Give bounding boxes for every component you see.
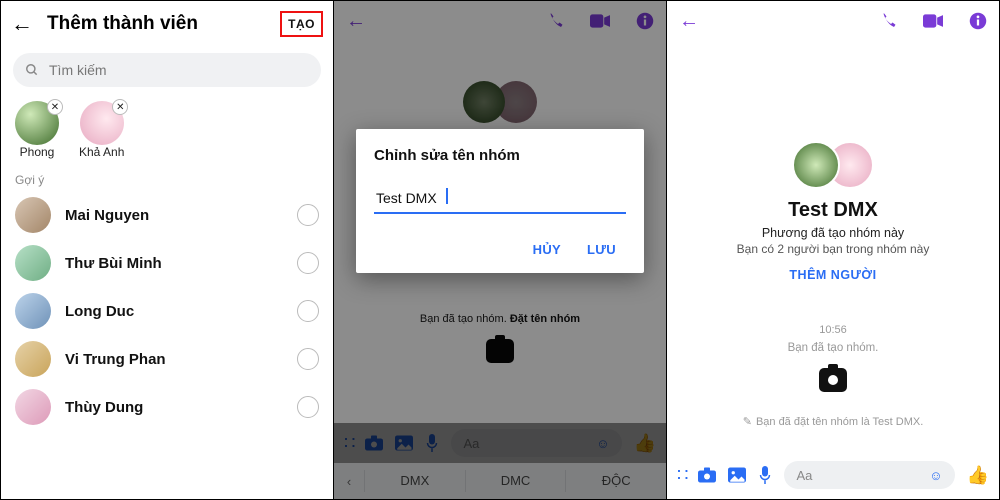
contact-name: Long Duc [65,303,297,320]
remove-icon[interactable]: ✕ [47,99,63,115]
contact-name: Thư Bùi Minh [65,255,297,272]
avatar [792,141,840,189]
header: ← Thêm thành viên TẠO [1,1,333,47]
avatar [15,245,51,281]
select-radio[interactable] [297,252,319,274]
cancel-button[interactable]: HỦY [523,236,571,263]
select-radio[interactable] [297,300,319,322]
contact-name: Thùy Dung [65,399,297,416]
selected-row: ✕ Phong ✕ Khả Anh [1,97,333,167]
contact-row[interactable]: Thư Bùi Minh [1,239,333,287]
suggestion-heading: Gợi ý [1,167,333,191]
system-message: Bạn đã tạo nhóm. [667,342,999,354]
group-name-input[interactable] [374,186,626,214]
contact-name: Mai Nguyen [65,207,297,224]
select-radio[interactable] [297,204,319,226]
panel-add-members: ← Thêm thành viên TẠO Tìm kiếm ✕ Phong ✕… [1,1,334,499]
friends-line: Bạn có 2 người bạn trong nhóm này [667,242,999,256]
select-radio[interactable] [297,348,319,370]
gallery-icon[interactable] [728,467,746,483]
composer-input[interactable]: Aa☺ [784,461,954,489]
search-input[interactable]: Tìm kiếm [13,53,321,87]
search-icon [25,63,39,77]
selected-chip[interactable]: ✕ Khả Anh [79,101,124,159]
call-icon[interactable] [879,12,897,30]
page-title: Thêm thành viên [47,13,280,35]
system-message-named: ✎Bạn đã đặt tên nhóm là Test DMX. [667,415,999,428]
contact-row[interactable]: Vi Trung Phan [1,335,333,383]
camera-icon [819,368,847,392]
group-name: Test DMX [667,199,999,222]
remove-icon[interactable]: ✕ [112,99,128,115]
chip-label: Khả Anh [79,145,124,159]
chip-label: Phong [20,145,55,159]
info-icon[interactable] [969,12,987,30]
contact-row[interactable]: Mai Nguyen [1,191,333,239]
emoji-icon[interactable]: ☺ [929,468,942,483]
avatar [15,341,51,377]
search-placeholder: Tìm kiếm [49,62,107,78]
select-radio[interactable] [297,396,319,418]
creator-line: Phương đã tạo nhóm này [667,226,999,240]
avatar [15,389,51,425]
back-icon[interactable]: ← [679,10,853,33]
avatar [15,293,51,329]
back-icon[interactable]: ← [11,11,33,37]
contact-row[interactable]: Long Duc [1,287,333,335]
save-button[interactable]: LƯU [577,236,626,263]
mic-icon[interactable] [758,466,772,484]
panel-name-dialog: ← Bạn đã tạo nhóm. Đặt tên nhóm ∷ [334,1,667,499]
avatar [15,197,51,233]
like-icon[interactable]: 👍 [967,465,989,486]
apps-icon[interactable]: ∷ [677,465,686,486]
pencil-icon: ✎ [743,416,752,428]
text-caret [446,188,448,204]
contact-row[interactable]: Thùy Dung [1,383,333,431]
create-button[interactable]: TẠO [280,11,323,37]
camera-icon[interactable] [698,467,716,483]
rename-dialog: Chỉnh sửa tên nhóm HỦY LƯU [356,129,644,273]
dialog-title: Chỉnh sửa tên nhóm [374,147,626,164]
group-avatar-pair [667,141,999,189]
composer-bar: ∷ Aa☺ 👍 [667,455,999,495]
camera-button[interactable] [667,368,999,397]
selected-chip[interactable]: ✕ Phong [15,101,59,159]
timestamp: 10:56 [667,324,999,336]
chat-header: ← [667,1,999,41]
add-people-button[interactable]: THÊM NGƯỜI [789,268,876,282]
panel-group-created: ← Test DMX Phương đã tạo nhóm này Bạn có… [667,1,999,499]
contact-name: Vi Trung Phan [65,351,297,368]
video-icon[interactable] [923,14,943,28]
